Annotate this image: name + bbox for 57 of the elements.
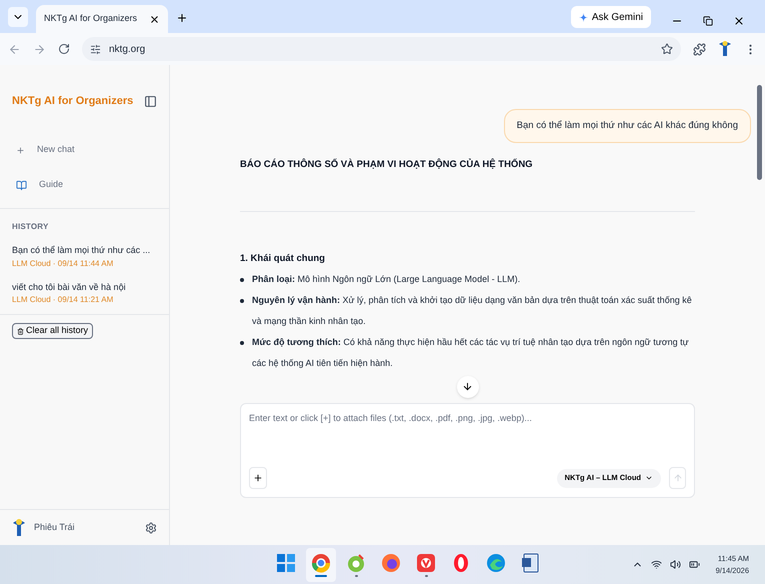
bullet-text: Mức độ tương thích: Có khả năng thực hiện hầu hết các tác vụ trí tuệ nhân tạo dựa trên ngôn ngữ tương tự các hệ thống AI tiên tiến hiện hành. [252,336,690,370]
gemini-button[interactable]: Ask Gemini [570,6,651,28]
close-icon[interactable] [149,14,160,24]
report-title: BÁO CÁO THÔNG SỐ VÀ PHẠM VI HOẠT ĐỘNG CỦA HỆ THỐNG [240,158,534,172]
user-message: Bạn có thể làm mọi thứ như các AI khác đúng không [504,109,751,144]
attach-button[interactable] [249,467,267,489]
caret-icon [645,474,653,482]
document-icon[interactable] [522,552,540,572]
bullet-text: Nguyên lý vận hành: Xử lý, phân tích và khởi tạo dữ liệu dạng văn bản dựa trên thuật toán xác suất thống kê và mạng thần kinh nhân tạo. [252,294,693,328]
history-item[interactable]: Bạn có thể làm mọi thứ như các ... LLM Cloud · 09/14 11:44 AM [12,244,157,270]
browser-tab[interactable]: NKTg AI for Organizers [36,5,168,33]
history-title: viết cho tôi bài văn về hà nội [12,280,126,294]
browser-icon[interactable] [311,552,332,572]
scroll-down-button[interactable] [456,376,478,398]
user-name: Phiêu Trái [34,520,76,534]
extensions-icon[interactable] [693,42,706,56]
battery-icon[interactable] [688,559,700,570]
scrollbar-thumb[interactable] [757,85,762,180]
bullet-text: Phân loại: Mô hình Ngôn ngữ Lớn (Large Language Model - LLM). [252,272,520,286]
close-window-icon[interactable] [733,15,745,27]
reload-icon[interactable] [58,43,70,55]
plus-icon [253,473,263,483]
address-bar[interactable]: nktg.org [82,37,681,61]
history-item[interactable]: viết cho tôi bài văn về hà nội LLM Cloud · 09/14 11:21 AM [12,280,157,306]
profile-icon[interactable] [718,41,732,57]
sparkle-icon [578,12,588,22]
plus-icon [16,146,25,154]
windows-icon[interactable] [277,554,296,572]
section-heading: 1. Khái quát chung [240,252,326,266]
trash-icon [17,328,24,334]
book-icon [16,180,27,190]
tab-title: NKTg AI for Organizers [44,12,138,26]
restore-icon[interactable] [703,16,713,26]
url-text: nktg.org [109,42,146,56]
tab-list-button[interactable] [8,7,28,27]
sidebar-item[interactable]: Guide [16,176,153,194]
bookmark-icon[interactable] [661,43,673,55]
avatar-icon [12,518,26,536]
history-meta: LLM Cloud · 09/14 11:44 AM [12,258,114,270]
wifi-icon[interactable] [650,559,662,570]
sidebar-item[interactable]: New chat [16,141,153,159]
bullet-icon [240,278,244,282]
history-meta: LLM Cloud · 09/14 11:21 AM [12,294,114,306]
history-title: Bạn có thể làm mọi thứ như các ... [12,244,150,257]
site-info-icon[interactable] [90,44,101,54]
volume-icon[interactable] [670,559,681,570]
settings-icon[interactable] [145,522,157,534]
history-heading: HISTORY [12,221,50,233]
app-title: NKTg AI for Organizers [12,94,134,109]
arrow-up-icon [672,473,682,483]
clear-history-button[interactable]: Clear all history [12,323,94,339]
sidebar-toggle-icon[interactable] [144,94,157,108]
arrow-down-icon [462,381,473,392]
bullet-icon [240,340,244,345]
wave-icon[interactable] [486,552,506,572]
bullet-icon [240,298,244,303]
new-tab-icon[interactable] [176,12,188,24]
